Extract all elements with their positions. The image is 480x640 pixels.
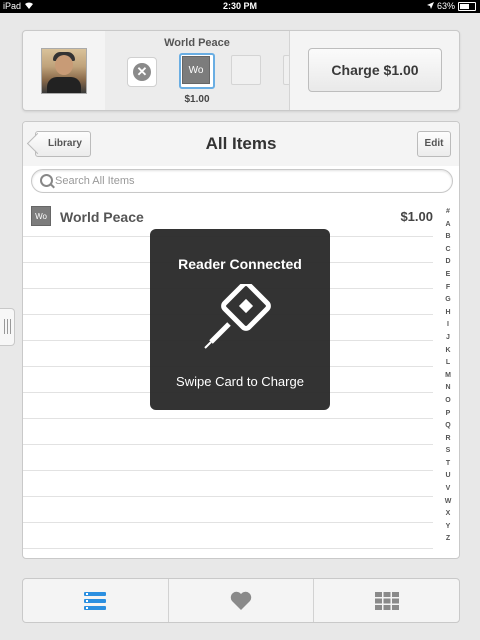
index-letter[interactable]: G: [441, 294, 455, 307]
index-letter[interactable]: B: [441, 231, 455, 244]
index-letter[interactable]: I: [441, 319, 455, 332]
cart-title: World Peace: [164, 37, 230, 49]
charge-button[interactable]: Charge $1.00: [308, 48, 442, 92]
empty-row: [23, 471, 433, 497]
empty-row: [23, 497, 433, 523]
avatar[interactable]: [41, 48, 87, 94]
cart-price: $1.00: [184, 94, 210, 105]
status-bar: iPad 2:30 PM 63%: [0, 0, 480, 13]
index-letter[interactable]: U: [441, 470, 455, 483]
index-letter[interactable]: Q: [441, 420, 455, 433]
index-letter[interactable]: T: [441, 458, 455, 471]
index-letter[interactable]: C: [441, 244, 455, 257]
cart-items-area: World Peace ✕ Wo $1.00: [105, 31, 290, 110]
alphabet-index[interactable]: # A B C D E F G H I J K L M N O P Q R S T U V W X Y Z: [441, 206, 455, 546]
divider: [289, 31, 290, 110]
tab-list[interactable]: [23, 579, 169, 622]
empty-row: [23, 419, 433, 445]
empty-row: [23, 549, 433, 558]
heart-icon: [230, 591, 252, 610]
status-right: 63%: [426, 0, 476, 13]
index-letter[interactable]: S: [441, 445, 455, 458]
search-icon: [40, 174, 53, 187]
index-letter[interactable]: L: [441, 357, 455, 370]
index-letter[interactable]: #: [441, 206, 455, 219]
battery-percent: 63%: [436, 1, 455, 11]
index-letter[interactable]: Z: [441, 533, 455, 546]
index-letter[interactable]: F: [441, 282, 455, 295]
location-icon: [426, 0, 434, 13]
status-time: 2:30 PM: [222, 1, 257, 11]
index-letter[interactable]: D: [441, 256, 455, 269]
search-input[interactable]: Search All Items: [31, 169, 453, 193]
index-letter[interactable]: X: [441, 508, 455, 521]
cart-panel: World Peace ✕ Wo $1.00 Charge $1.00: [22, 30, 460, 111]
index-letter[interactable]: O: [441, 395, 455, 408]
index-letter[interactable]: H: [441, 307, 455, 320]
index-letter[interactable]: N: [441, 382, 455, 395]
close-icon: ✕: [133, 63, 151, 81]
index-letter[interactable]: P: [441, 408, 455, 421]
remove-item-button[interactable]: ✕: [127, 57, 157, 87]
edit-button[interactable]: Edit: [417, 131, 451, 157]
tab-grid[interactable]: [314, 579, 459, 622]
battery-icon: [458, 2, 476, 11]
grid-icon: [374, 591, 399, 610]
index-letter[interactable]: J: [441, 332, 455, 345]
tab-bar: [22, 578, 460, 623]
item-tile: Wo: [182, 56, 210, 84]
empty-slot: [231, 55, 261, 85]
index-letter[interactable]: W: [441, 496, 455, 509]
tab-favorites[interactable]: [169, 579, 315, 622]
reader-connected-overlay: Reader Connected Swipe Card to Charge: [150, 229, 330, 410]
index-letter[interactable]: E: [441, 269, 455, 282]
index-letter[interactable]: V: [441, 483, 455, 496]
index-letter[interactable]: K: [441, 345, 455, 358]
library-header: All Items Library Edit: [23, 122, 459, 166]
item-price: $1.00: [400, 209, 433, 224]
empty-row: [23, 523, 433, 549]
index-letter[interactable]: M: [441, 370, 455, 383]
empty-row: [23, 445, 433, 471]
search-placeholder: Search All Items: [55, 175, 135, 187]
index-letter[interactable]: Y: [441, 521, 455, 534]
index-letter[interactable]: R: [441, 433, 455, 446]
card-reader-icon: [204, 284, 271, 349]
library-back-button[interactable]: Library: [35, 131, 91, 157]
overlay-title: Reader Connected: [178, 256, 302, 272]
item-thumbnail: Wo: [31, 206, 51, 226]
overlay-subtitle: Swipe Card to Charge: [176, 374, 304, 389]
cart-item-selected[interactable]: Wo: [179, 53, 215, 89]
item-name: World Peace: [60, 209, 144, 225]
index-letter[interactable]: A: [441, 219, 455, 232]
list-icon: [84, 591, 107, 610]
drawer-handle[interactable]: [0, 308, 15, 346]
